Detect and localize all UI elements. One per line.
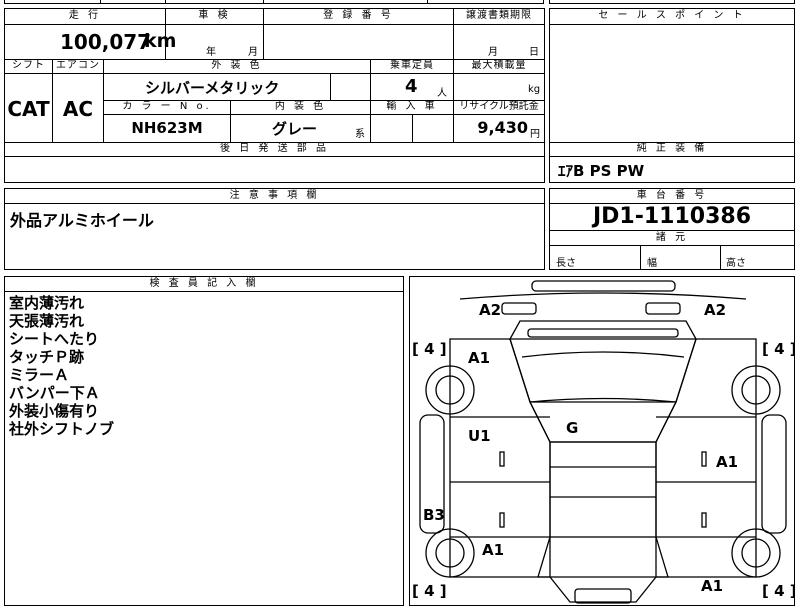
inspector-note: タッチＰ跡 [9,348,85,366]
sales-points-label: セ ー ル ス ポ イ ン ト [598,10,746,21]
transfer-month: 月 [488,47,498,58]
inspector-note: 室内薄汚れ [9,294,85,312]
genuine-equipment-value: ｴｱB PS PW [558,162,645,180]
tire-depth-front-right: [ 4 ] [762,340,795,358]
damage-right-door: A1 [716,453,739,471]
import-label: 輸 入 車 [386,101,438,112]
tire-depth-rear-left: [ 4 ] [412,582,447,600]
color-no-value: NH623M [131,119,203,137]
tire-depth-front-left: [ 4 ] [412,340,447,358]
inspector-note: 天張薄汚れ [9,312,85,330]
damage-hood-roof: G [566,419,579,437]
shift-label: シフト [12,60,45,71]
car-diagram-box: A2 A2 A1 G U1 A1 B3 A1 A1 [ 4 ] [ 4 ] [ … [409,276,795,606]
inspection-label: 車 検 [198,10,231,21]
dimensions-label: 諸 元 [655,232,689,243]
damage-front-right-top: A2 [704,301,727,319]
exterior-color-value: シルバーメタリック [145,79,280,97]
capacity-value: 4 [405,76,418,97]
transfer-day: 日 [529,47,539,58]
chassis-label: 車 台 番 号 [636,190,708,201]
interior-color-value: グレー [272,120,318,138]
inspection-year: 年 [206,47,216,58]
length-label: 長さ [556,258,576,269]
caution-value: 外品アルミホイール [10,211,154,230]
aircon-value: AC [62,97,94,121]
aircon-label: エアコン [56,60,100,71]
later-parts-label: 後 日 発 送 部 品 [220,143,329,154]
damage-left-rear: A1 [482,541,505,559]
genuine-equipment-label: 純 正 装 備 [636,143,708,154]
damage-left-rear-quarter: B3 [423,506,445,524]
inspector-note: シートへたり [9,330,100,348]
inspector-notes-label: 検 査 員 記 入 欄 [149,278,259,289]
inspector-notes-list: 室内薄汚れ 天張薄汚れ シートへたり タッチＰ跡 ミラーＡ バンパー下Ａ 外装小… [9,294,114,438]
height-label: 高さ [726,258,746,269]
mileage-value: 100,077 [60,30,152,54]
damage-left-front-door: U1 [468,427,491,445]
damage-left-fender: A1 [468,349,491,367]
exterior-color-label: 外 装 色 [211,60,263,71]
max-load-unit: kg [528,84,541,95]
recycle-value: 9,430 [477,118,528,137]
interior-color-suffix: 系 [355,129,365,140]
top-partial-row [4,0,544,4]
color-no-label: カ ラ ー N o. [122,101,212,112]
inspector-note: バンパー下Ａ [9,384,100,402]
inspector-note: 社外シフトノブ [9,420,115,438]
caution-label: 注 意 事 項 欄 [229,190,320,201]
max-load-label: 最大積載量 [471,60,527,71]
inspector-note: 外装小傷有り [9,402,100,420]
width-label: 幅 [647,258,657,269]
shift-value: CAT [7,97,50,121]
mileage-unit: km [144,30,177,52]
capacity-label: 乗車定員 [390,60,434,71]
inspection-month: 月 [248,47,258,58]
transfer-deadline-label: 譲渡書類期限 [466,10,532,21]
top-partial-right [549,0,795,4]
capacity-unit: 人 [437,88,447,99]
registration-label: 登 録 番 号 [323,10,394,21]
inspector-note: ミラーＡ [9,366,70,384]
tire-depth-rear-right: [ 4 ] [762,582,795,600]
damage-front-left-top: A2 [479,301,502,319]
mileage-label: 走 行 [68,10,102,21]
interior-color-label: 内 装 色 [274,101,327,112]
damage-right-rear: A1 [701,577,724,595]
recycle-unit: 円 [530,129,540,140]
chassis-number: JD1-1110386 [592,204,752,229]
recycle-label: リサイクル預託金 [459,101,539,112]
